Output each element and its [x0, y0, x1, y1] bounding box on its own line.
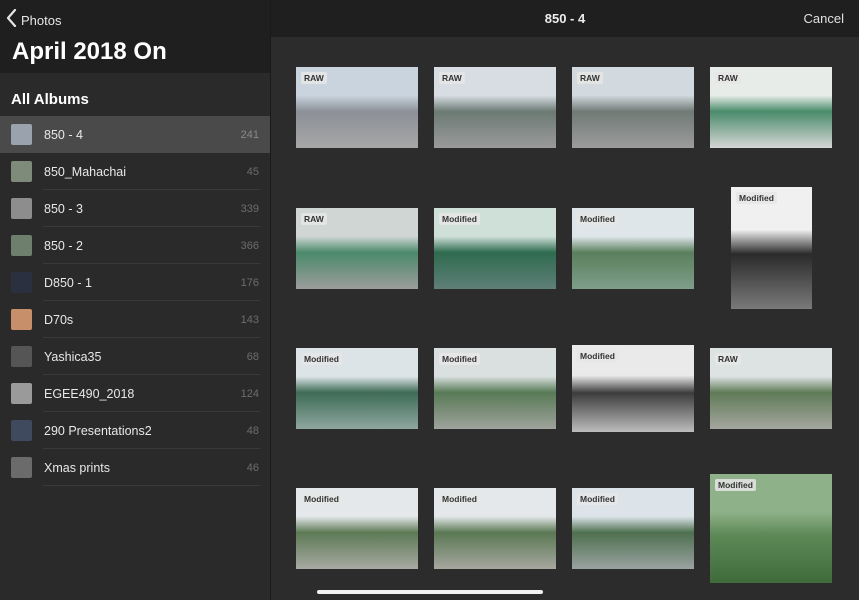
album-row[interactable]: 850_Mahachai 45 [0, 153, 270, 190]
photo-badge: Modified [301, 493, 342, 505]
album-name: 290 Presentations2 [44, 423, 152, 438]
album-thumbnail [11, 124, 32, 145]
album-row[interactable]: D850 - 1 176 [0, 264, 270, 301]
back-label: Photos [21, 13, 62, 28]
album-count: 46 [246, 461, 259, 474]
album-name: Yashica35 [44, 349, 102, 364]
photo-badge: Modified [439, 353, 480, 365]
album-count: 339 [240, 202, 259, 215]
album-name: D850 - 1 [44, 275, 92, 290]
album-count: 124 [240, 387, 259, 400]
photo-thumbnail[interactable]: Modified [572, 208, 694, 289]
album-row[interactable]: EGEE490_2018 124 [0, 375, 270, 412]
photo-thumbnail[interactable]: Modified [434, 348, 556, 429]
album-row[interactable]: D70s 143 [0, 301, 270, 338]
album-row[interactable]: 850 - 4 241 [0, 116, 270, 153]
album-thumbnail [11, 383, 32, 404]
section-title: All Albums [11, 91, 89, 108]
photo-badge: Modified [439, 493, 480, 505]
photo-badge: Modified [577, 493, 618, 505]
album-thumbnail [11, 235, 32, 256]
album-count: 48 [246, 424, 259, 437]
photo-badge: RAW [715, 72, 741, 84]
album-row[interactable]: 850 - 3 339 [0, 190, 270, 227]
photo-badge: RAW [577, 72, 603, 84]
album-row[interactable]: Xmas prints 46 [0, 449, 270, 486]
album-row[interactable]: 290 Presentations2 48 [0, 412, 270, 449]
album-count: 143 [240, 313, 259, 326]
album-thumbnail [11, 457, 32, 478]
photo-thumbnail[interactable]: Modified [572, 488, 694, 569]
album-title: April 2018 On [12, 38, 167, 65]
nav-bar: 850 - 4 Cancel [271, 0, 859, 37]
photo-thumbnail[interactable]: RAW [434, 67, 556, 148]
album-name: EGEE490_2018 [44, 386, 135, 401]
photo-picker: 850 - 4 Cancel RAW RAW RAW RAW RAW Modified Mo… [271, 0, 859, 600]
nav-title: 850 - 4 [544, 11, 586, 26]
photo-badge: Modified [577, 350, 618, 362]
photo-thumbnail[interactable]: RAW [296, 67, 418, 148]
photo-thumbnail[interactable]: Modified [731, 187, 812, 309]
sidebar-header: Photos April 2018 On [0, 0, 270, 73]
album-list: 850 - 4 241 850_Mahachai 45 850 - 3 339 850 - … [0, 116, 270, 486]
photo-badge: RAW [301, 213, 327, 225]
photo-thumbnail[interactable]: RAW [710, 348, 832, 429]
album-name: 850 - 3 [44, 201, 83, 216]
photo-thumbnail[interactable]: RAW [710, 67, 832, 148]
photo-thumbnail[interactable]: RAW [572, 67, 694, 148]
album-count: 68 [246, 350, 259, 363]
back-button[interactable]: Photos [6, 8, 62, 32]
album-count: 176 [240, 276, 259, 289]
album-name: 850 - 2 [44, 238, 83, 253]
photo-badge: Modified [577, 213, 618, 225]
photo-badge: Modified [736, 192, 777, 204]
album-thumbnail [11, 198, 32, 219]
photo-thumbnail[interactable]: Modified [710, 474, 832, 583]
album-count: 45 [246, 165, 259, 178]
album-count: 241 [240, 128, 259, 141]
chevron-left-icon [6, 8, 17, 32]
album-count: 366 [240, 239, 259, 252]
photo-thumbnail[interactable]: Modified [296, 348, 418, 429]
album-thumbnail [11, 346, 32, 367]
albums-sidebar: Photos April 2018 On All Albums 850 - 4 2… [0, 0, 271, 600]
photo-grid: RAW RAW RAW RAW RAW Modified Modified Modified M… [296, 67, 836, 587]
photo-badge: RAW [301, 72, 327, 84]
album-name: 850 - 4 [44, 127, 83, 142]
row-divider [43, 485, 260, 486]
album-name: 850_Mahachai [44, 164, 127, 179]
album-thumbnail [11, 420, 32, 441]
photo-badge: Modified [439, 213, 480, 225]
album-thumbnail [11, 161, 32, 182]
photo-badge: RAW [439, 72, 465, 84]
photo-badge: Modified [301, 353, 342, 365]
album-thumbnail [11, 272, 32, 293]
album-row[interactable]: Yashica35 68 [0, 338, 270, 375]
photo-thumbnail[interactable]: Modified [296, 488, 418, 569]
photo-badge: RAW [715, 353, 741, 365]
album-thumbnail [11, 309, 32, 330]
photo-thumbnail[interactable]: RAW [296, 208, 418, 289]
album-name: D70s [44, 312, 74, 327]
photo-thumbnail[interactable]: Modified [572, 345, 694, 432]
album-name: Xmas prints [44, 460, 110, 475]
photo-badge: Modified [715, 479, 756, 491]
album-row[interactable]: 850 - 2 366 [0, 227, 270, 264]
photo-thumbnail[interactable]: Modified [434, 488, 556, 569]
home-indicator [317, 590, 543, 594]
photo-thumbnail[interactable]: Modified [434, 208, 556, 289]
cancel-button[interactable]: Cancel [804, 11, 844, 26]
